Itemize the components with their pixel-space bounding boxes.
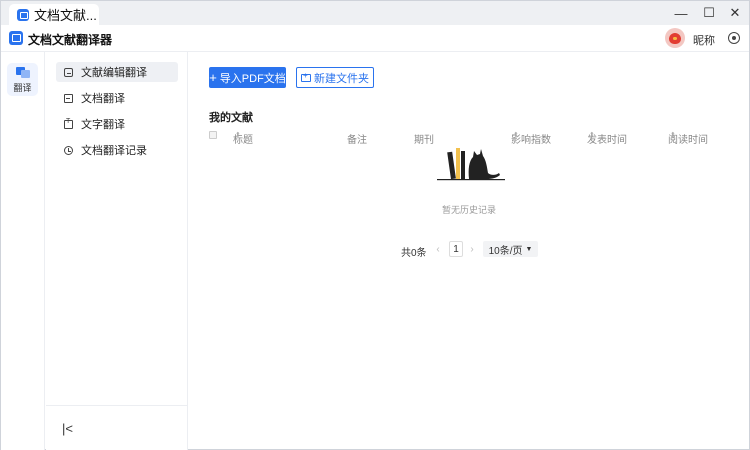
window-tab[interactable]: 文档文献... [9,4,99,25]
sidebar-item-label: 文档翻译记录 [81,145,147,157]
translate-icon [15,67,30,78]
sidebar-item-document-translate[interactable]: 文档翻译 [56,88,178,108]
new-folder-label: 新建文件夹 [314,72,369,85]
app-tab-icon [17,8,29,21]
maximize-button[interactable]: ☐ [695,1,723,25]
sort-icon: ⬍ [235,132,241,139]
app-title: 文档文献翻译器 [28,33,113,47]
app-header: 文档文献翻译器 [1,25,749,52]
sort-icon: ⬍ [589,132,595,139]
import-pdf-button[interactable]: + 导入PDF文档 [209,67,286,88]
text-icon [64,118,73,129]
current-page-button[interactable]: 1 [449,241,463,257]
column-header-note: 备注 [347,135,367,146]
clock-icon [64,145,73,155]
settings-icon[interactable] [728,32,740,44]
page-size-select[interactable]: 10条/页 ▼ [483,241,538,257]
column-header-journal: 期刊 [414,135,434,146]
tab-title: 文档文献... [34,8,97,23]
sidebar-item-translate-history[interactable]: 文档翻译记录 [56,140,178,160]
sidebar-item-label: 文字翻译 [81,119,125,131]
empty-state-text: 暂无历史记录 [441,205,496,215]
chevron-down-icon: ▼ [525,245,533,253]
sidebar-item-text-translate[interactable]: 文字翻译 [56,114,178,134]
edit-icon [64,67,73,77]
page-size-value: 10条/页 [488,245,523,257]
sort-icon: ⬍ [513,132,519,139]
sidebar-divider [46,405,187,406]
app-window: 文档文献... — ☐ ✕ 文档文献翻译器 昵称 翻译 文献编辑翻译 文档翻译 … [0,0,750,450]
prev-page-button[interactable]: ‹ [431,242,445,256]
import-pdf-label: 导入PDF文档 [219,72,286,85]
sort-icon: ⬍ [670,132,676,139]
section-title: 我的文献 [209,112,253,124]
minimize-button[interactable]: — [667,1,695,25]
new-folder-button[interactable]: 新建文件夹 [296,67,374,88]
select-all-checkbox[interactable] [209,131,217,139]
sidebar-item-label: 文献编辑翻译 [81,67,147,79]
empty-state-illustration-icon [437,148,505,181]
next-page-button[interactable]: › [465,242,479,256]
collapse-sidebar-icon[interactable]: |< [62,421,73,436]
folder-add-icon [301,71,311,82]
rail-item-label: 翻译 [13,83,32,93]
sidebar-item-label: 文档翻译 [81,93,125,105]
main-content: + 导入PDF文档 新建文件夹 我的文献 标题⬍ 备注 期刊 影响指数⬍ 发表时… [189,52,749,450]
rail-item-translate[interactable]: 翻译 [7,63,38,96]
pagination-total: 共0条 [401,248,427,259]
sidebar-item-literature-translate[interactable]: 文献编辑翻译 [56,62,178,82]
left-rail: 翻译 [1,52,45,450]
document-icon [64,93,73,103]
sidebar: 文献编辑翻译 文档翻译 文字翻译 文档翻译记录 |< [46,52,188,450]
plus-icon: + [209,70,217,85]
close-button[interactable]: ✕ [721,1,749,25]
app-logo-icon [9,31,23,45]
user-nickname[interactable]: 昵称 [693,32,715,48]
title-bar: 文档文献... — ☐ ✕ [1,1,749,25]
avatar[interactable] [665,28,685,48]
